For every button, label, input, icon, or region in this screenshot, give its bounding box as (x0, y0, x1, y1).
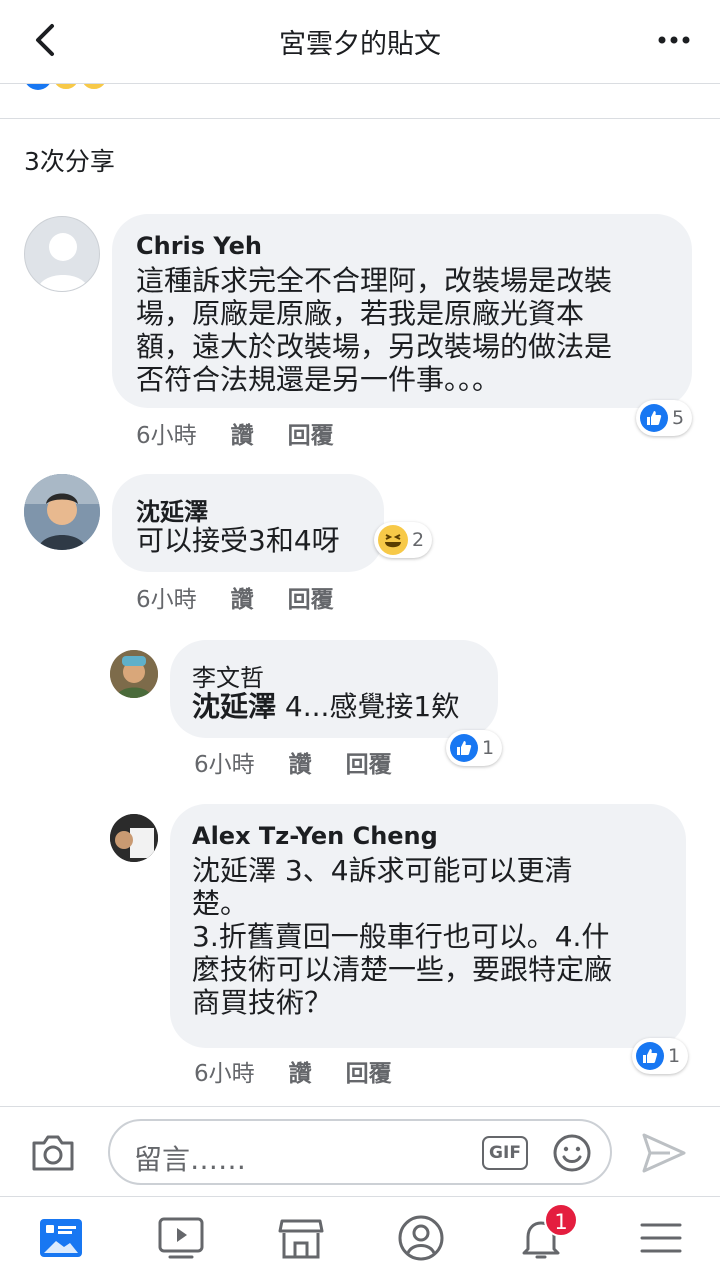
send-icon[interactable] (640, 1131, 688, 1175)
comment-meta: 6小時 讚 回覆 (136, 416, 368, 450)
comment-line: 3.折舊賣回一般車行也可以。4.什 (192, 920, 610, 953)
reply-button[interactable]: 回覆 (346, 1054, 392, 1088)
comment-line: 商買技術？ (192, 986, 333, 1019)
comment-time: 6小時 (136, 587, 197, 613)
profile-photo (110, 814, 158, 862)
reply-bubble: Alex Tz-Yen Cheng 沈延澤 3、4訴求可能可以更清 楚。 3.折… (170, 804, 686, 1048)
comment-reaction[interactable]: 2 (374, 522, 433, 558)
profile-photo (24, 474, 100, 550)
more-options-icon[interactable] (654, 22, 694, 58)
haha-reaction-icon (378, 525, 408, 555)
comment-line: 否符合法規還是另一件事。。。 (136, 363, 501, 396)
watch-icon[interactable] (156, 1213, 206, 1263)
comment-line: 麼技術可以清楚一些，要跟特定廠 (192, 953, 613, 986)
reaction-count: 2 (412, 529, 425, 551)
like-button[interactable]: 讚 (289, 745, 312, 779)
reaction-count: 1 (668, 1045, 681, 1067)
profile-photo (110, 650, 158, 698)
share-count[interactable]: 3次分享 (24, 142, 115, 178)
gif-button[interactable]: GIF (482, 1136, 528, 1170)
comment-time: 6小時 (136, 423, 197, 449)
camera-icon[interactable] (30, 1131, 76, 1173)
comment-line: 4...感覺接1欸 (276, 690, 460, 723)
comment-author[interactable]: 沈延澤 (136, 492, 208, 527)
reaction-count: 1 (482, 737, 495, 759)
menu-icon[interactable] (636, 1213, 686, 1263)
comment-line: 3、4訴求可能可以更清 (276, 854, 573, 887)
top-bar: 宮雲夕的貼文 (0, 0, 720, 84)
reaction-count: 5 (672, 407, 685, 429)
like-reaction-icon (636, 1042, 664, 1070)
default-avatar-icon (37, 233, 89, 291)
comment-author[interactable]: Alex Tz-Yen Cheng (192, 822, 438, 850)
comment-bubble: 沈延澤 可以接受3和4呀 (112, 474, 384, 572)
mention-link[interactable]: 沈延澤 (192, 854, 276, 887)
divider (0, 118, 720, 119)
comment-line: 場，原廠是原廠，若我是原廠光資本 (136, 297, 585, 330)
comment-composer: 留言…… GIF (0, 1106, 720, 1196)
reply-button[interactable]: 回覆 (288, 416, 334, 450)
comment-text: 沈延澤 3、4訴求可能可以更清 楚。 3.折舊賣回一般車行也可以。4.什 麼技術… (192, 854, 672, 1019)
avatar-alex-cheng[interactable] (110, 814, 158, 862)
comment-reaction[interactable]: 1 (632, 1038, 689, 1074)
comment-time: 6小時 (194, 752, 255, 778)
comment-author[interactable]: 李文哲 (192, 658, 264, 693)
bottom-navigation: 1 (0, 1196, 720, 1280)
comment-meta: 6小時 讚 回覆 (136, 580, 368, 614)
comment-time: 6小時 (194, 1061, 255, 1087)
avatar-li-wen-zhe[interactable] (110, 650, 158, 698)
comment-line: 楚。 (192, 887, 249, 920)
comment-meta: 6小時 讚 回覆 (194, 1054, 426, 1088)
comment-reaction[interactable]: 1 (446, 730, 503, 766)
comment-text: 沈延澤 4...感覺接1欸 (192, 690, 459, 723)
news-feed-icon[interactable] (36, 1213, 86, 1263)
page-title: 宮雲夕的貼文 (279, 29, 441, 60)
mention-link[interactable]: 沈延澤 (192, 690, 276, 723)
like-button[interactable]: 讚 (231, 416, 254, 450)
comment-text: 這種訴求完全不合理阿，改裝場是改裝 場，原廠是原廠，若我是原廠光資本 額，遠大於… (136, 264, 676, 396)
comment-line: 額，遠大於改裝場，另改裝場的做法是 (136, 330, 613, 363)
reply-button[interactable]: 回覆 (346, 745, 392, 779)
reply-button[interactable]: 回覆 (288, 580, 334, 614)
profile-icon[interactable] (396, 1213, 446, 1263)
avatar-chris-yeh[interactable] (24, 216, 100, 292)
like-button[interactable]: 讚 (231, 580, 254, 614)
reply-bubble: 李文哲 沈延澤 4...感覺接1欸 (170, 640, 498, 738)
comment-placeholder: 留言…… (134, 1143, 247, 1176)
comment-bubble: Chris Yeh 這種訴求完全不合理阿，改裝場是改裝 場，原廠是原廠，若我是原… (112, 214, 692, 408)
avatar-shen-yan-ze[interactable] (24, 474, 100, 550)
comment-input[interactable]: 留言…… GIF (108, 1119, 612, 1185)
comment-line: 這種訴求完全不合理阿，改裝場是改裝 (136, 264, 613, 297)
like-reaction-icon (640, 404, 668, 432)
comment-reaction[interactable]: 5 (636, 400, 693, 436)
like-reaction-icon (450, 734, 478, 762)
marketplace-icon[interactable] (276, 1213, 326, 1263)
comment-text: 可以接受3和4呀 (136, 524, 340, 557)
emoji-icon[interactable] (552, 1133, 592, 1173)
comment-meta: 6小時 讚 回覆 (194, 745, 426, 779)
like-button[interactable]: 讚 (289, 1054, 312, 1088)
comment-author[interactable]: Chris Yeh (136, 232, 262, 260)
notification-badge: 1 (544, 1203, 578, 1237)
